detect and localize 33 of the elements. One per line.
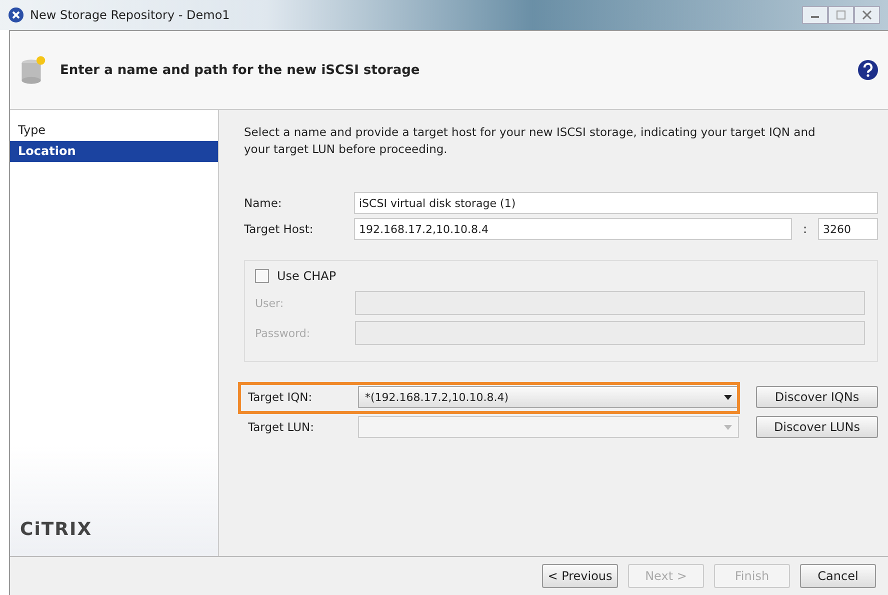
maximize-icon [836,10,846,20]
dropdown[interactable]: *(192.168.17.2,10.10.8.4) [358,386,739,408]
separator-text: : [802,222,808,236]
instructions-text: Select a name and provide a target host for your new ISCSI storage, indicating your target IQN and your target LUN before proceeding. [244,124,816,158]
wizard-button[interactable]: Cancel [800,564,876,588]
field-label: Target LUN: [248,420,315,434]
logo-text: CiTRIX [19,519,94,540]
close-icon [862,10,872,20]
field-label: Name: [244,196,283,210]
discover-button[interactable]: Discover IQNs [756,386,878,408]
help-icon[interactable] [858,60,878,80]
wizard-button[interactable]: < Previous [542,564,618,588]
page-heading: Enter a name and path for the new iSCSI storage [60,62,420,78]
sidebar-item[interactable]: Type [10,120,218,141]
dropdown-arrow-icon [724,394,732,400]
port-field[interactable]: 3260 [818,218,878,240]
field-label: User: [255,296,285,310]
checkbox[interactable] [255,269,269,283]
sidebar-item[interactable]: Location [10,141,218,162]
field-label: Password: [255,326,312,340]
field-label: Target IQN: [248,390,314,404]
database-icon [20,55,46,85]
field-label: Target Host: [244,222,314,236]
dropdown-value: *(192.168.17.2,10.10.8.4) [365,390,509,404]
checkbox-label: Use CHAP [277,269,336,283]
window-title: New Storage Repository - Demo1 [30,8,230,22]
dropdown-arrow-icon [724,424,732,430]
minimize-button[interactable] [802,6,828,24]
name-field[interactable]: iSCSI virtual disk storage (1) [354,192,878,214]
close-button[interactable] [854,6,880,24]
app-icon [8,7,24,23]
maximize-button[interactable] [828,6,854,24]
host-field[interactable]: 192.168.17.2,10.10.8.4 [354,218,792,240]
